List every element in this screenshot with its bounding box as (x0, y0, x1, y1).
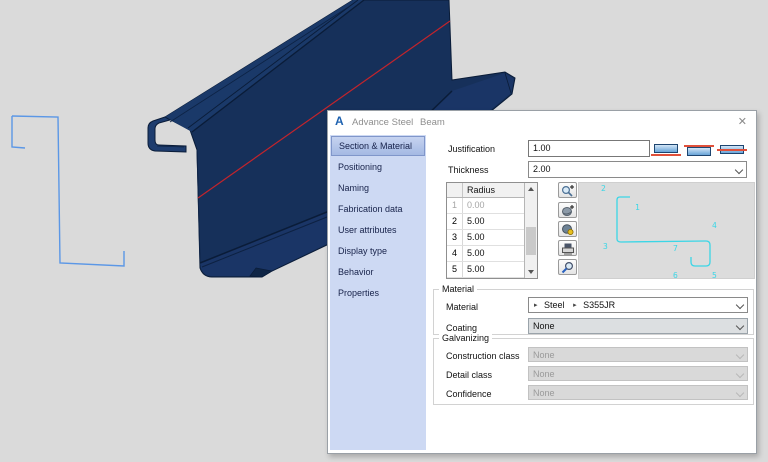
confidence-value: None (533, 388, 555, 398)
close-icon[interactable]: ✕ (738, 115, 747, 128)
coating-value: None (533, 321, 555, 331)
justify-middle-button[interactable] (717, 141, 747, 160)
zoom-in-button[interactable] (558, 182, 577, 198)
sketch-polyline[interactable] (11, 115, 125, 267)
material-dropdown[interactable]: ▸ Steel ▸ S355JR (528, 297, 748, 313)
thickness-label: Thickness (448, 165, 489, 175)
advance-steel-logo-icon: A (335, 114, 344, 128)
justify-top-button[interactable] (651, 141, 681, 160)
preview-point-label: 3 (603, 242, 608, 251)
construction-class-label: Construction class (446, 351, 520, 361)
orbit-add-icon (562, 205, 574, 216)
chevron-down-icon (735, 369, 745, 379)
dialog-title-app: Advance Steel (352, 117, 414, 128)
sidebar-item-properties[interactable]: Properties (331, 283, 425, 303)
material-value-level1: Steel (544, 300, 565, 310)
thickness-dropdown[interactable]: 2.00 (528, 161, 747, 178)
detail-class-dropdown[interactable]: None (528, 366, 748, 381)
preview-point-label: 4 (712, 221, 717, 230)
chevron-down-icon (735, 321, 745, 331)
justify-bottom-button[interactable] (684, 141, 714, 160)
construction-class-dropdown[interactable]: None (528, 347, 748, 362)
preview-point-label: 2 (601, 184, 606, 193)
justify-bottom-icon (687, 147, 711, 156)
scroll-up-icon[interactable] (525, 183, 537, 195)
render-mode-button[interactable] (558, 221, 577, 237)
confidence-dropdown[interactable]: None (528, 385, 748, 400)
print-icon (562, 243, 574, 255)
sidebar-item-fabrication-data[interactable]: Fabrication data (331, 199, 425, 219)
justification-input[interactable]: 1.00 (528, 140, 650, 157)
material-group-title: Material (439, 284, 478, 294)
dialog-title-doc: Beam (420, 117, 445, 128)
scroll-down-icon[interactable] (525, 266, 537, 278)
justify-top-icon (654, 144, 678, 153)
section-preview: 2 1 4 3 7 6 5 (578, 182, 755, 279)
thickness-value: 2.00 (533, 164, 551, 174)
preview-point-label: 1 (635, 203, 640, 212)
material-value-level2: S355JR (583, 300, 616, 310)
preview-point-label: 7 (673, 244, 678, 253)
chevron-down-icon (735, 388, 745, 398)
zoom-in-icon (561, 185, 574, 197)
detail-class-label: Detail class (446, 370, 493, 380)
orbit-add-button[interactable] (558, 202, 577, 218)
preview-point-label: 6 (673, 271, 678, 279)
radius-table: Radius 1 0.00 2 5.00 3 5.00 4 5.00 5 5.0… (446, 182, 538, 279)
row-number-header (447, 183, 463, 197)
dialog-sidebar: Section & Material Positioning Naming Fa… (330, 135, 426, 450)
chevron-down-icon (735, 350, 745, 360)
radius-column-header: Radius (463, 183, 530, 197)
sidebar-item-naming[interactable]: Naming (331, 178, 425, 198)
zoom-window-button[interactable] (558, 259, 577, 275)
section-profile (616, 196, 711, 267)
beam-properties-dialog: A Advance Steel Beam ✕ Section & Materia… (327, 110, 757, 454)
coating-dropdown[interactable]: None (528, 318, 748, 334)
material-label: Material (446, 302, 479, 312)
justification-label: Justification (448, 144, 496, 154)
scrollbar-thumb[interactable] (526, 227, 536, 255)
sidebar-item-positioning[interactable]: Positioning (331, 157, 425, 177)
preview-point-label: 5 (712, 271, 717, 279)
galvanizing-group-title: Galvanizing (439, 333, 493, 343)
print-button[interactable] (558, 240, 577, 256)
confidence-label: Confidence (446, 389, 492, 399)
breadcrumb-arrow-icon: ▸ (573, 302, 577, 309)
dialog-titlebar[interactable]: A Advance Steel Beam ✕ (328, 111, 756, 133)
sidebar-item-user-attributes[interactable]: User attributes (331, 220, 425, 240)
table-scrollbar[interactable] (524, 183, 537, 278)
zoom-window-icon (561, 261, 574, 274)
breadcrumb-arrow-icon: ▸ (534, 302, 538, 309)
chevron-down-icon (735, 300, 745, 310)
construction-class-value: None (533, 350, 555, 360)
sidebar-item-display-type[interactable]: Display type (331, 241, 425, 261)
coating-label: Coating (446, 323, 478, 333)
render-mode-icon (562, 224, 574, 235)
detail-class-value: None (533, 369, 555, 379)
sidebar-item-section-material[interactable]: Section & Material (331, 136, 425, 156)
chevron-down-icon (734, 165, 744, 175)
sidebar-item-behavior[interactable]: Behavior (331, 262, 425, 282)
